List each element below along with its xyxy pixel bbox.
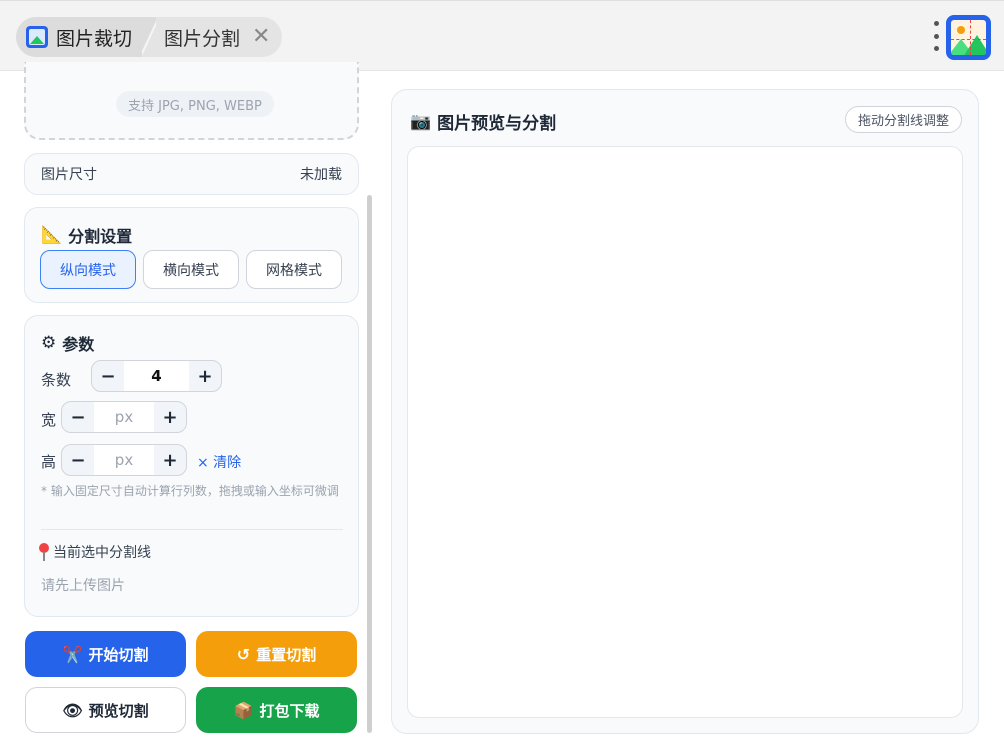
count-label: 条数 bbox=[41, 371, 72, 389]
split-settings-card: 📐 分割设置 纵向模式 横向模式 网格模式 bbox=[24, 207, 359, 303]
download-zip-button[interactable]: 📦 打包下载 bbox=[196, 687, 357, 733]
package-icon: 📦 bbox=[233, 700, 254, 720]
reset-cut-label: 重置切割 bbox=[256, 645, 317, 664]
height-stepper: − px + bbox=[61, 444, 187, 476]
app-icon bbox=[26, 26, 48, 48]
image-size-card: 图片尺寸 未加载 bbox=[24, 153, 359, 195]
start-cut-button[interactable]: ✂️ 开始切割 bbox=[25, 631, 186, 677]
height-input[interactable]: px bbox=[94, 445, 154, 475]
count-increment-button[interactable]: + bbox=[189, 361, 221, 391]
count-input[interactable]: 4 bbox=[124, 361, 189, 391]
tab-strip: 图片裁切 图片分割 ✕ bbox=[16, 17, 283, 57]
reset-cut-button[interactable]: ↺ 重置切割 bbox=[196, 631, 357, 677]
preview-canvas[interactable] bbox=[407, 146, 963, 718]
image-size-value: 未加载 bbox=[300, 167, 342, 183]
horizontal-mode-button[interactable]: 横向模式 bbox=[143, 250, 239, 289]
count-stepper: − 4 + bbox=[91, 360, 222, 392]
preview-cut-button[interactable]: 👁 预览切割 bbox=[25, 687, 186, 733]
split-settings-heading: 分割设置 bbox=[68, 227, 133, 246]
app-logo[interactable] bbox=[946, 15, 991, 60]
empty-message: 请先上传图片 bbox=[41, 578, 125, 594]
height-increment-button[interactable]: + bbox=[154, 445, 186, 475]
camera-icon: 📷 bbox=[410, 111, 432, 132]
current-line-label: 当前选中分割线 bbox=[53, 545, 151, 561]
width-decrement-button[interactable]: − bbox=[62, 402, 94, 432]
image-size-label: 图片尺寸 bbox=[41, 167, 97, 183]
upload-dropzone[interactable]: 支持 JPG, PNG, WEBP bbox=[24, 62, 359, 140]
download-zip-label: 打包下载 bbox=[259, 701, 320, 720]
eye-icon: 👁 bbox=[62, 700, 83, 720]
preview-title: 📷 图片预览与分割 bbox=[410, 109, 557, 135]
grid-mode-button[interactable]: 网格模式 bbox=[246, 250, 342, 289]
params-heading: 参数 bbox=[62, 335, 95, 354]
preview-cut-label: 预览切割 bbox=[88, 701, 149, 720]
clear-size-button[interactable]: × 清除 bbox=[197, 452, 241, 472]
pin-icon bbox=[39, 543, 49, 561]
divider bbox=[41, 529, 343, 530]
close-icon[interactable]: ✕ bbox=[252, 26, 270, 48]
left-panel-scrollbar[interactable] bbox=[367, 195, 372, 733]
tab-image-crop[interactable]: 图片裁切 bbox=[16, 17, 151, 57]
start-cut-label: 开始切割 bbox=[88, 645, 149, 664]
preview-panel: 📷 图片预览与分割 拖动分割线调整 bbox=[391, 89, 979, 734]
current-line-heading: 当前选中分割线 bbox=[39, 542, 151, 562]
triangle-ruler-icon: 📐 bbox=[41, 225, 63, 245]
drag-hint-badge: 拖动分割线调整 bbox=[844, 106, 962, 133]
width-stepper: − px + bbox=[61, 401, 187, 433]
title-bar: 图片裁切 图片分割 ✕ bbox=[0, 0, 1004, 71]
scissors-icon: ✂️ bbox=[62, 644, 83, 664]
vertical-mode-button[interactable]: 纵向模式 bbox=[40, 250, 136, 289]
more-menu-icon[interactable] bbox=[932, 21, 940, 51]
size-hint: * 输入固定尺寸自动计算行列数，拖拽或输入坐标可微调 bbox=[41, 484, 339, 498]
refresh-icon: ↺ bbox=[236, 644, 251, 664]
preview-heading: 图片预览与分割 bbox=[437, 114, 557, 134]
tab-label: 图片分割 bbox=[164, 27, 241, 50]
split-settings-title: 📐 分割设置 bbox=[41, 223, 132, 247]
height-label: 高 bbox=[41, 453, 57, 471]
count-decrement-button[interactable]: − bbox=[92, 361, 124, 391]
height-decrement-button[interactable]: − bbox=[62, 445, 94, 475]
params-title: ⚙ 参数 bbox=[41, 331, 94, 355]
width-input[interactable]: px bbox=[94, 402, 154, 432]
gear-icon: ⚙ bbox=[41, 333, 57, 353]
width-increment-button[interactable]: + bbox=[154, 402, 186, 432]
control-panel: 支持 JPG, PNG, WEBP 图片尺寸 未加载 📐 分割设置 纵向模式 横… bbox=[24, 62, 360, 753]
tab-label: 图片裁切 bbox=[56, 27, 133, 50]
tab-image-split[interactable]: 图片分割 ✕ bbox=[141, 17, 282, 57]
supported-formats: 支持 JPG, PNG, WEBP bbox=[116, 91, 274, 117]
params-card: ⚙ 参数 条数 − 4 + 宽 − px + 高 − px + × 清除 * 输… bbox=[24, 315, 359, 617]
width-label: 宽 bbox=[41, 411, 57, 429]
